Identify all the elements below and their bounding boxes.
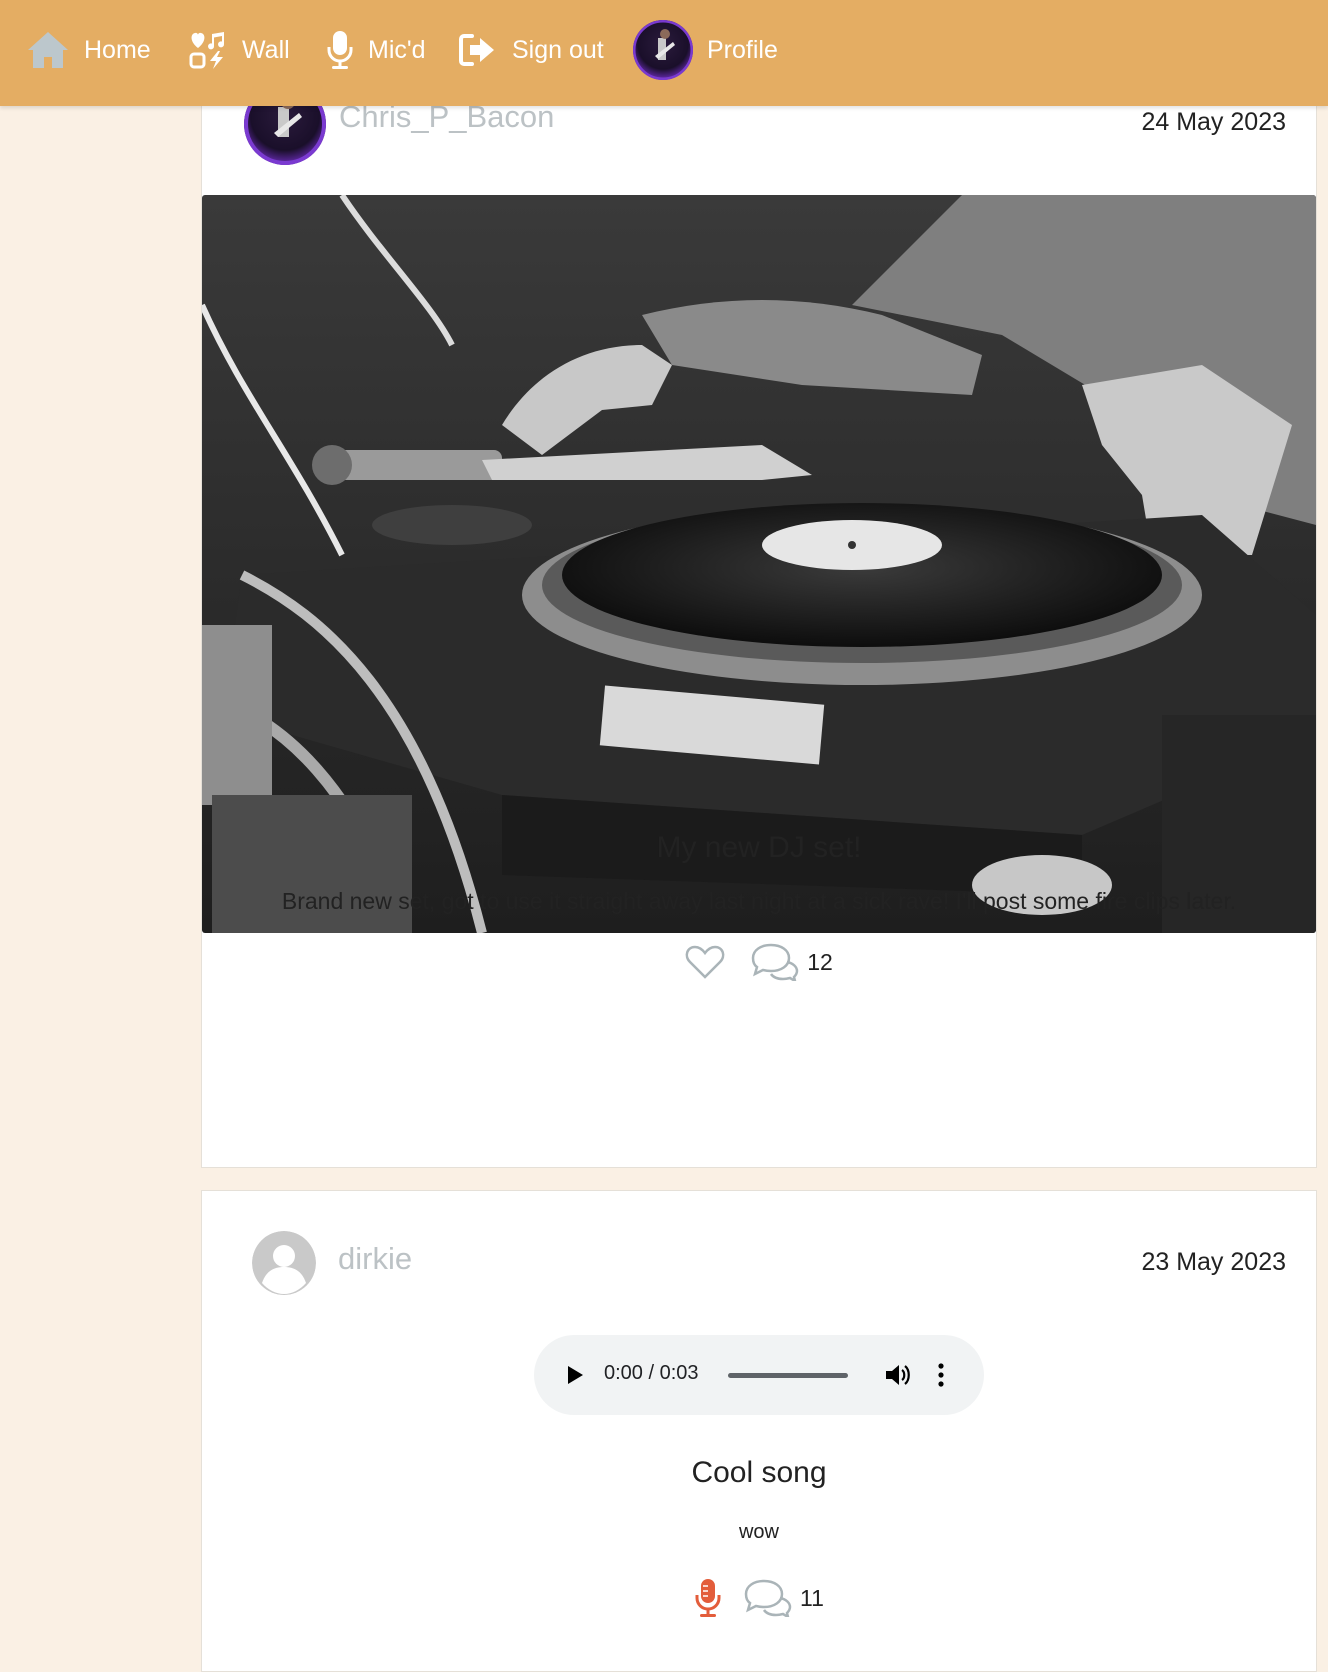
- mic-icon[interactable]: [694, 1577, 722, 1619]
- comment-count: 12: [807, 948, 833, 975]
- post-body: Brand new set, got to use it straight aw…: [281, 888, 1237, 914]
- nav-profile[interactable]: Profile: [633, 0, 778, 100]
- post-card: Chris_P_Bacon 24 May 2023 My new DJ set!…: [201, 60, 1317, 1168]
- post-header: dirkie 23 May 2023: [202, 1191, 1316, 1295]
- post-date: 24 May 2023: [1141, 108, 1286, 136]
- nav-signout[interactable]: Sign out: [458, 0, 604, 100]
- sign-out-icon: [458, 32, 498, 68]
- post-body: wow: [738, 1521, 779, 1543]
- audio-time: 0:00 / 0:03: [604, 1362, 699, 1384]
- volume-icon[interactable]: [884, 1362, 912, 1388]
- post-title: Cool song: [691, 1456, 827, 1489]
- nav-profile-label: Profile: [707, 35, 778, 64]
- nav-micd-label: Mic'd: [368, 35, 426, 64]
- nav-wall[interactable]: Wall: [188, 0, 290, 100]
- top-navbar: Home Wall Mic'd Sign out Profile: [0, 0, 1328, 106]
- mic-icon: [326, 29, 354, 71]
- nav-signout-label: Sign out: [512, 35, 604, 64]
- audio-player: 0:00 / 0:03: [534, 1335, 984, 1415]
- nav-home-label: Home: [84, 35, 151, 64]
- author-name-link[interactable]: dirkie: [338, 1241, 412, 1277]
- post-card: dirkie 23 May 2023 0:00 / 0:03 Cool song…: [201, 1190, 1317, 1672]
- more-vert-icon[interactable]: [936, 1362, 946, 1388]
- post-date: 23 May 2023: [1141, 1248, 1286, 1276]
- nav-home[interactable]: Home: [26, 0, 151, 100]
- nav-wall-label: Wall: [242, 35, 290, 64]
- wall-icon: [188, 30, 228, 70]
- post-actions: 12: [202, 943, 1316, 981]
- heart-icon[interactable]: [685, 944, 725, 980]
- home-icon: [26, 30, 70, 70]
- play-icon[interactable]: [564, 1364, 586, 1386]
- post-title: My new DJ set!: [656, 831, 862, 864]
- comment-count: 11: [800, 1584, 824, 1611]
- nav-micd[interactable]: Mic'd: [326, 0, 426, 100]
- audio-progress-bar[interactable]: [728, 1373, 848, 1378]
- post-actions: 11: [202, 1577, 1316, 1619]
- profile-avatar: [633, 20, 693, 80]
- post-image: [202, 195, 1316, 933]
- comments-icon[interactable]: [749, 943, 799, 981]
- default-avatar-icon[interactable]: [252, 1231, 316, 1295]
- comments-icon[interactable]: [742, 1579, 792, 1617]
